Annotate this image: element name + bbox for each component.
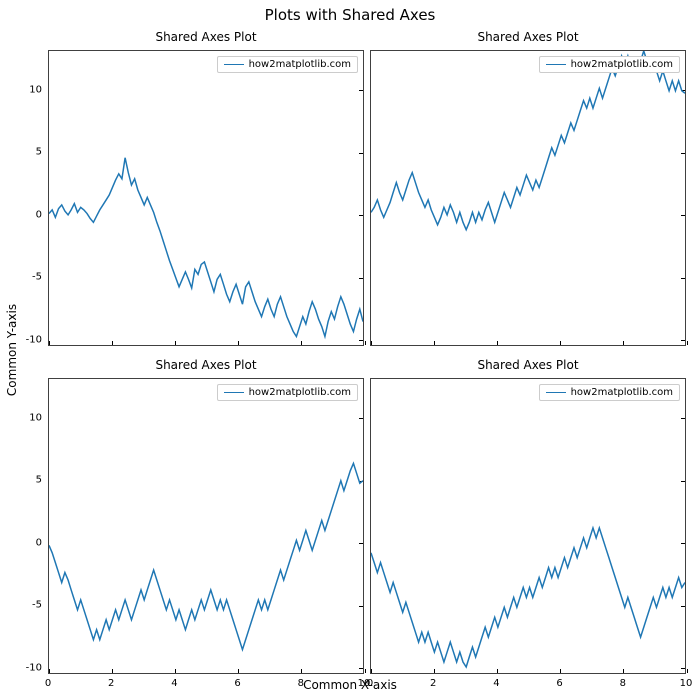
legend-label: how2matplotlib.com [249,59,351,70]
legend-line-icon [546,392,566,393]
legend: how2matplotlib.com [539,384,680,401]
y-tick-label: 0 [36,209,48,220]
legend-label: how2matplotlib.com [249,387,351,398]
axes: how2matplotlib.com [48,378,364,674]
legend-line-icon [546,64,566,65]
x-tick-label: 8 [620,674,626,689]
x-tick-label: 0 [45,674,51,689]
subplot-1: how2matplotlib.comShared Axes Plot [370,50,686,346]
y-tick-label: 5 [36,147,48,158]
legend: how2matplotlib.com [217,384,358,401]
line-series [49,51,363,345]
legend-line-icon [224,392,244,393]
axes: how2matplotlib.com [370,378,686,674]
x-tick-label: 2 [430,674,436,689]
line-series [371,379,685,673]
y-tick-label: 0 [36,537,48,548]
subplot-0: how2matplotlib.comShared Axes Plot-10-50… [48,50,364,346]
x-tick-label: 4 [171,674,177,689]
y-tick-label: -10 [26,662,48,673]
axes: how2matplotlib.com [370,50,686,346]
x-tick-label: 6 [234,674,240,689]
legend-line-icon [224,64,244,65]
axes: how2matplotlib.com [48,50,364,346]
y-axis-label: Common Y-axis [5,304,19,396]
y-tick-label: 5 [36,475,48,486]
x-tick-label: 10 [680,674,693,689]
y-tick-label: -5 [32,600,48,611]
x-tick-label: 0 [367,674,373,689]
figure: Plots with Shared Axes Common Y-axis Com… [0,0,700,700]
figure-title: Plots with Shared Axes [0,6,700,24]
x-tick-label: 6 [556,674,562,689]
subplot-title: Shared Axes Plot [48,30,364,44]
legend-label: how2matplotlib.com [571,387,673,398]
y-tick-label: 10 [29,412,48,423]
line-series [49,379,363,673]
y-tick-label: 10 [29,84,48,95]
x-tick-label: 4 [493,674,499,689]
subplot-title: Shared Axes Plot [370,30,686,44]
y-tick-label: -5 [32,272,48,283]
subplot-3: how2matplotlib.comShared Axes Plot024681… [370,378,686,674]
subplot-title: Shared Axes Plot [48,358,364,372]
y-tick-label: -10 [26,334,48,345]
subplot-2: how2matplotlib.comShared Axes Plot-10-50… [48,378,364,674]
legend: how2matplotlib.com [217,56,358,73]
subplot-title: Shared Axes Plot [370,358,686,372]
x-tick-label: 8 [298,674,304,689]
line-series [371,51,685,345]
x-axis-label: Common X-axis [303,678,397,692]
x-tick-label: 2 [108,674,114,689]
legend: how2matplotlib.com [539,56,680,73]
legend-label: how2matplotlib.com [571,59,673,70]
